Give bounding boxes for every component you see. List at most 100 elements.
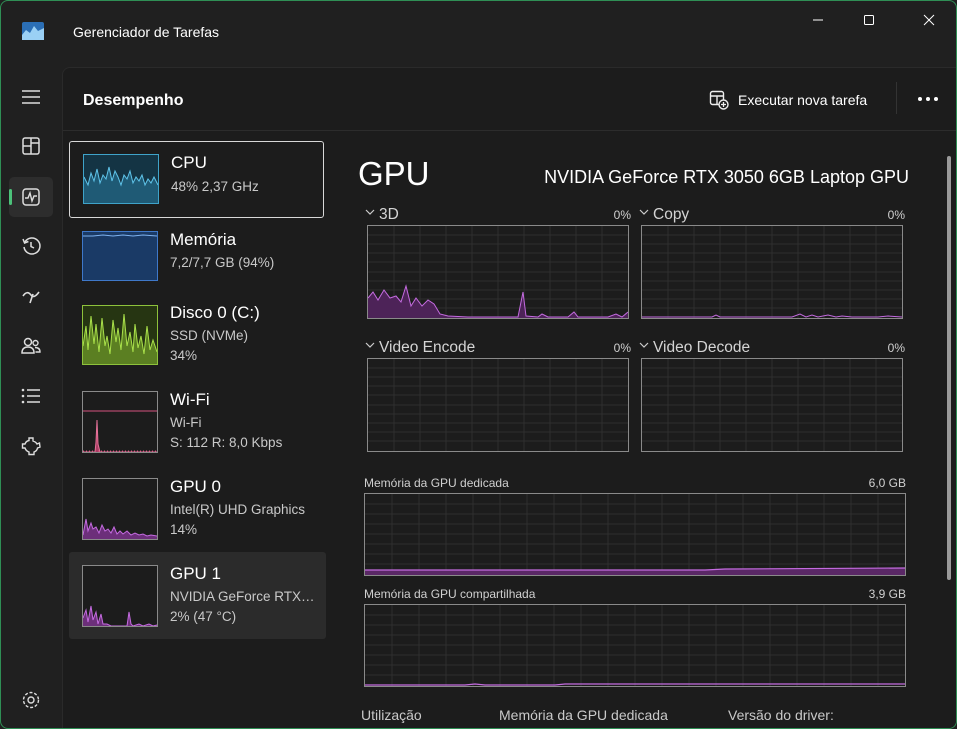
engine-graph	[641, 225, 903, 319]
device-detail: NVIDIA GeForce RTX…	[170, 589, 315, 604]
device-detail: Wi-Fi	[170, 415, 202, 430]
gpu-detail-panel: GPU NVIDIA GeForce RTX 3050 6GB Laptop G…	[331, 131, 956, 728]
device-detail: 7,2/7,7 GB (94%)	[170, 255, 275, 270]
nav-processes[interactable]	[9, 126, 53, 166]
menu-icon	[22, 90, 40, 104]
nav-app-history[interactable]	[9, 226, 53, 266]
dedicated-memory-label: Memória da GPU dedicada	[364, 476, 509, 490]
nav-startup-apps[interactable]	[9, 276, 53, 316]
run-new-task-button[interactable]: Executar nova tarefa	[709, 88, 867, 112]
dedicated-memory-graph	[364, 493, 906, 576]
startup-apps-icon	[22, 291, 40, 304]
device-gpu0[interactable]: GPU 0 Intel(R) UHD Graphics 14%	[69, 465, 326, 552]
nav-performance[interactable]	[9, 177, 53, 217]
nav-settings[interactable]	[9, 680, 53, 720]
device-detail-2: S: 112 R: 8,0 Kbps	[170, 435, 283, 450]
engine-name: Video Decode	[653, 339, 751, 356]
engine-percent: 0%	[613, 208, 631, 222]
engine-selector[interactable]: 3D 0%	[365, 205, 631, 225]
engine-graph	[367, 358, 629, 452]
engine-name: Copy	[653, 206, 690, 223]
navigation-rail	[1, 65, 62, 728]
performance-icon	[22, 188, 40, 206]
more-icon	[918, 97, 938, 101]
device-name: CPU	[171, 153, 207, 172]
engine-percent: 0%	[887, 208, 905, 222]
window-title: Gerenciador de Tarefas	[73, 24, 220, 40]
device-name: Wi-Fi	[170, 390, 210, 409]
maximize-icon	[864, 15, 874, 25]
device-cpu[interactable]: CPU 48% 2,37 GHz	[69, 141, 324, 218]
run-task-icon	[709, 90, 729, 110]
app-history-icon	[22, 237, 41, 255]
title-bar[interactable]: Gerenciador de Tarefas	[1, 1, 956, 65]
detail-title: GPU	[358, 155, 430, 192]
nav-users[interactable]	[9, 326, 53, 366]
details-icon	[21, 388, 40, 404]
main-panel: Desempenho Executar nova tarefa CPU 48% …	[62, 67, 956, 728]
engine-selector[interactable]: Copy 0%	[639, 205, 905, 225]
device-name: GPU 1	[170, 564, 222, 583]
vertical-scrollbar[interactable]	[947, 156, 951, 580]
processes-icon	[22, 137, 40, 155]
engine-name: 3D	[379, 206, 399, 223]
nav-services[interactable]	[9, 426, 53, 466]
device-list: CPU 48% 2,37 GHz Memória 7,2/7,7 GB (94%…	[63, 131, 331, 728]
minimize-icon	[813, 19, 823, 21]
chevron-down-icon	[365, 342, 375, 348]
header-separator	[896, 82, 897, 114]
device-detail-2: 14%	[170, 522, 198, 537]
device-detail: Intel(R) UHD Graphics	[170, 502, 306, 517]
shared-memory-max: 3,9 GB	[868, 587, 906, 601]
settings-icon	[22, 691, 40, 709]
page-header: Desempenho Executar nova tarefa	[63, 68, 956, 131]
maximize-button[interactable]	[844, 1, 894, 39]
chevron-down-icon	[639, 209, 649, 215]
device-detail: SSD (NVMe)	[170, 328, 249, 343]
disk-thumbnail	[82, 305, 158, 365]
wifi-thumbnail	[82, 391, 158, 453]
engine-selector[interactable]: Video Encode 0%	[365, 338, 631, 358]
active-indicator	[9, 189, 12, 205]
chevron-down-icon	[639, 342, 649, 348]
cpu-thumbnail	[83, 154, 159, 204]
engine-graph	[641, 358, 903, 452]
driver-version-label: Versão do driver:	[728, 707, 834, 723]
shared-memory-label: Memória da GPU compartilhada	[364, 587, 536, 601]
engine-selector[interactable]: Video Decode 0%	[639, 338, 905, 358]
users-icon	[21, 337, 41, 354]
run-task-label: Executar nova tarefa	[738, 92, 868, 108]
page-title: Desempenho	[83, 92, 184, 109]
gpu1-thumbnail	[82, 565, 158, 627]
services-icon	[21, 437, 41, 456]
close-icon	[923, 14, 935, 26]
device-gpu1[interactable]: GPU 1 NVIDIA GeForce RTX… 2% (47 °C)	[69, 552, 326, 639]
chevron-down-icon	[365, 209, 375, 215]
memory-thumbnail	[82, 231, 158, 281]
shared-memory-graph	[364, 604, 906, 687]
device-detail: 48% 2,37 GHz	[171, 179, 259, 194]
device-name: GPU 0	[170, 477, 222, 496]
device-detail-2: 34%	[170, 348, 198, 363]
engine-percent: 0%	[613, 341, 631, 355]
device-name: Disco 0 (C:)	[170, 303, 260, 322]
device-detail-2: 2% (47 °C)	[170, 609, 237, 624]
dedicated-memory-stat-label: Memória da GPU dedicada	[499, 707, 668, 723]
nav-details[interactable]	[9, 376, 53, 416]
task-manager-app-icon	[22, 22, 44, 40]
device-wifi[interactable]: Wi-Fi Wi-Fi S: 112 R: 8,0 Kbps	[69, 378, 326, 465]
utilization-label: Utilização	[361, 707, 422, 723]
device-disk0[interactable]: Disco 0 (C:) SSD (NVMe) 34%	[69, 291, 326, 378]
engine-graph	[367, 225, 629, 319]
menu-button[interactable]	[9, 77, 53, 117]
dedicated-memory-max: 6,0 GB	[868, 476, 906, 490]
more-options-button[interactable]	[915, 88, 941, 110]
engine-percent: 0%	[887, 341, 905, 355]
gpu0-thumbnail	[82, 478, 158, 540]
minimize-button[interactable]	[793, 1, 843, 39]
close-button[interactable]	[904, 1, 954, 39]
task-manager-window: Gerenciador de Tarefas Desempenho Execut…	[0, 0, 957, 729]
engine-name: Video Encode	[379, 339, 476, 356]
gpu-model-name: NVIDIA GeForce RTX 3050 6GB Laptop GPU	[544, 167, 909, 187]
device-name: Memória	[170, 230, 237, 249]
